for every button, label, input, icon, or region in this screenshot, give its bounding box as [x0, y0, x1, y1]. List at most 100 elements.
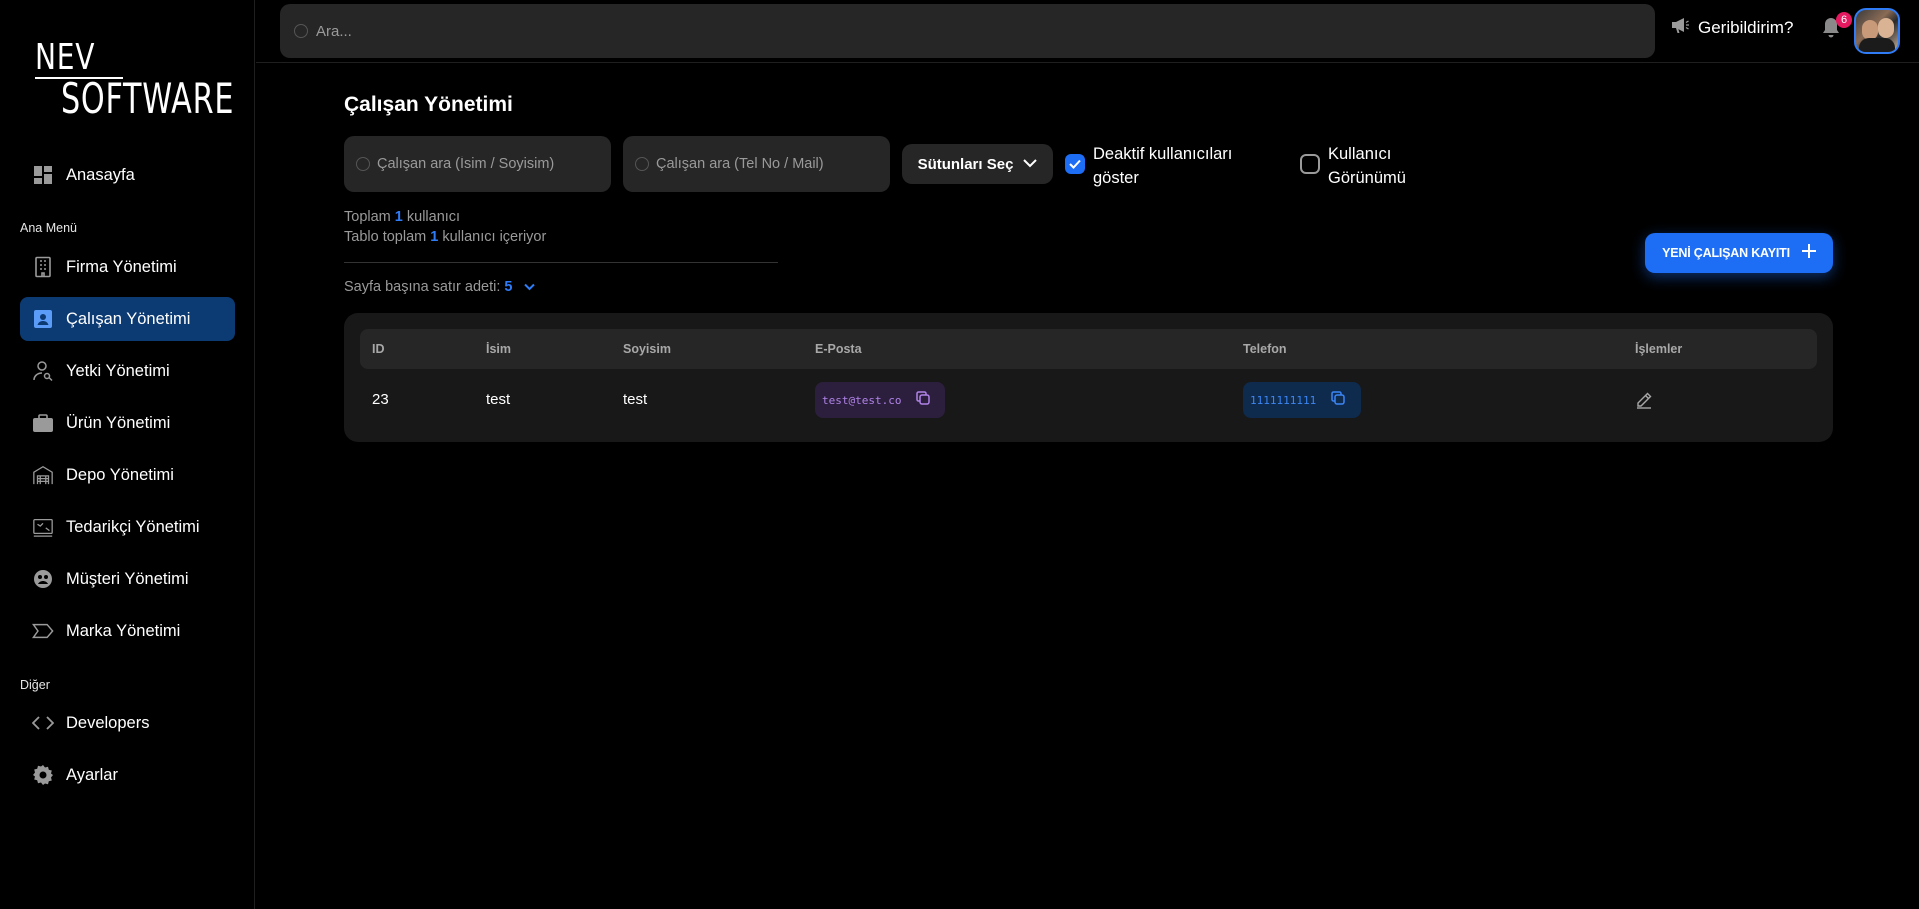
rows-per-page-select[interactable]: Sayfa başına satır adeti: 5	[344, 279, 536, 295]
sidebar-item-products[interactable]: Ürün Yönetimi	[20, 401, 235, 445]
column-header-name[interactable]: İsim	[486, 342, 511, 356]
search-name-input[interactable]	[377, 156, 607, 172]
sidebar-item-warehouse[interactable]: Depo Yönetimi	[20, 453, 235, 497]
phone-chip[interactable]: 1111111111	[1243, 382, 1361, 418]
copy-icon[interactable]	[915, 390, 931, 411]
global-search[interactable]	[280, 4, 1655, 58]
sidebar-item-brands[interactable]: Marka Yönetimi	[20, 609, 235, 653]
rows-per-page-value: 5	[504, 279, 513, 295]
check-icon	[1069, 159, 1081, 169]
feedback-label: Geribildirim?	[1698, 17, 1794, 37]
column-header-email[interactable]: E-Posta	[815, 342, 862, 356]
customer-icon	[32, 568, 54, 590]
user-view-label-line2: Görünümü	[1328, 169, 1406, 187]
cell-phone: 1111111111	[1250, 393, 1317, 407]
table-total-suffix: kullanıcı içeriyor	[442, 229, 547, 245]
search-contact-field[interactable]	[623, 136, 890, 192]
briefcase-icon	[32, 412, 54, 434]
column-header-id[interactable]: ID	[372, 342, 385, 356]
table-total-prefix: Tablo toplam	[344, 229, 427, 245]
bell-icon	[1820, 18, 1842, 44]
show-inactive-label[interactable]: Deaktif kullanıcıları göster	[1093, 142, 1232, 190]
global-search-input[interactable]	[316, 22, 1541, 40]
tag-icon	[32, 620, 54, 642]
feedback-button[interactable]: Geribildirim?	[1670, 16, 1793, 39]
rows-per-page-label: Sayfa başına satır adeti:	[344, 279, 501, 295]
sidebar-item-label: Marka Yönetimi	[66, 621, 181, 640]
user-view-label[interactable]: Kullanıcı Görünümü	[1328, 142, 1406, 190]
sidebar-item-developers[interactable]: Developers	[20, 701, 235, 745]
user-card-icon	[32, 308, 54, 330]
sidebar: NEV SOFTWARE Anasayfa Ana Menü Firma Yön…	[0, 0, 255, 909]
copy-icon[interactable]	[1330, 390, 1346, 411]
sidebar-item-label: Tedarikçi Yönetimi	[66, 517, 200, 536]
sidebar-item-settings[interactable]: Ayarlar	[20, 753, 235, 797]
user-view-checkbox[interactable]	[1300, 154, 1320, 174]
sidebar-item-company[interactable]: Firma Yönetimi	[20, 245, 235, 289]
topbar: Geribildirim? 6	[256, 0, 1919, 63]
dashboard-icon	[32, 164, 54, 186]
sidebar-item-permissions[interactable]: Yetki Yönetimi	[20, 349, 235, 393]
show-inactive-checkbox[interactable]	[1065, 154, 1085, 174]
sidebar-item-employees[interactable]: Çalışan Yönetimi	[20, 297, 235, 341]
cell-email: test@test.co	[822, 393, 902, 407]
chevron-down-icon	[524, 279, 536, 295]
total-count: 1	[394, 209, 403, 225]
cell-id: 23	[372, 391, 389, 408]
total-suffix: kullanıcı	[406, 209, 461, 225]
search-icon	[294, 24, 308, 38]
sidebar-item-label: Yetki Yönetimi	[66, 361, 170, 380]
avatar[interactable]	[1854, 8, 1900, 54]
sidebar-item-label: Anasayfa	[66, 165, 135, 184]
logo-line2: SOFTWARE	[61, 74, 235, 123]
employees-table: ID İsim Soyisim E-Posta Telefon İşlemler…	[344, 313, 1833, 442]
building-icon	[32, 256, 54, 278]
column-header-actions: İşlemler	[1635, 342, 1683, 356]
search-icon	[635, 157, 649, 171]
search-icon	[356, 157, 370, 171]
section-other: Diğer	[20, 678, 50, 692]
megaphone-icon	[1670, 16, 1690, 39]
edit-icon[interactable]	[1635, 391, 1653, 409]
sidebar-item-label: Ürün Yönetimi	[66, 413, 171, 432]
columns-select-label: Sütunları Seç	[917, 155, 1014, 173]
total-prefix: Toplam	[344, 209, 391, 225]
sidebar-item-label: Depo Yönetimi	[66, 465, 174, 484]
sidebar-item-home[interactable]: Anasayfa	[20, 153, 235, 197]
plus-icon	[1801, 243, 1816, 263]
search-name-field[interactable]	[344, 136, 611, 192]
warehouse-icon	[32, 464, 54, 486]
show-inactive-label-line1: Deaktif kullanıcıları	[1093, 145, 1233, 163]
total-users-text: Toplam 1 kullanıcı	[344, 209, 460, 225]
new-employee-button[interactable]: YENİ ÇALIŞAN KAYITI	[1645, 233, 1833, 273]
supplier-icon	[32, 516, 54, 538]
sidebar-item-label: Ayarlar	[66, 765, 118, 784]
column-header-surname[interactable]: Soyisim	[623, 342, 671, 356]
search-contact-input[interactable]	[656, 156, 886, 172]
user-key-icon	[32, 360, 54, 382]
sidebar-item-customers[interactable]: Müşteri Yönetimi	[20, 557, 235, 601]
section-main-menu: Ana Menü	[20, 221, 77, 235]
columns-select-button[interactable]: Sütunları Seç	[902, 144, 1053, 184]
chevron-down-icon	[1023, 155, 1038, 173]
sidebar-item-label: Developers	[66, 713, 150, 732]
gear-icon	[32, 764, 54, 786]
column-header-phone[interactable]: Telefon	[1243, 342, 1287, 356]
sidebar-item-label: Müşteri Yönetimi	[66, 569, 189, 588]
sidebar-item-label: Çalışan Yönetimi	[66, 309, 191, 328]
table-total-count: 1	[430, 229, 439, 245]
email-chip[interactable]: test@test.co	[815, 382, 945, 418]
sidebar-item-label: Firma Yönetimi	[66, 257, 177, 276]
logo[interactable]: NEV SOFTWARE	[35, 37, 233, 122]
sidebar-item-suppliers[interactable]: Tedarikçi Yönetimi	[20, 505, 235, 549]
cell-name: test	[486, 391, 511, 408]
code-icon	[32, 712, 54, 734]
notification-badge: 6	[1836, 12, 1852, 28]
divider	[344, 262, 778, 263]
table-total-text: Tablo toplam 1 kullanıcı içeriyor	[344, 229, 546, 245]
show-inactive-label-line2: göster	[1093, 169, 1139, 187]
cell-surname: test	[623, 391, 648, 408]
new-employee-label: YENİ ÇALIŞAN KAYITI	[1662, 246, 1790, 260]
user-view-label-line1: Kullanıcı	[1328, 145, 1392, 163]
logo-line1: NEV	[35, 37, 96, 78]
